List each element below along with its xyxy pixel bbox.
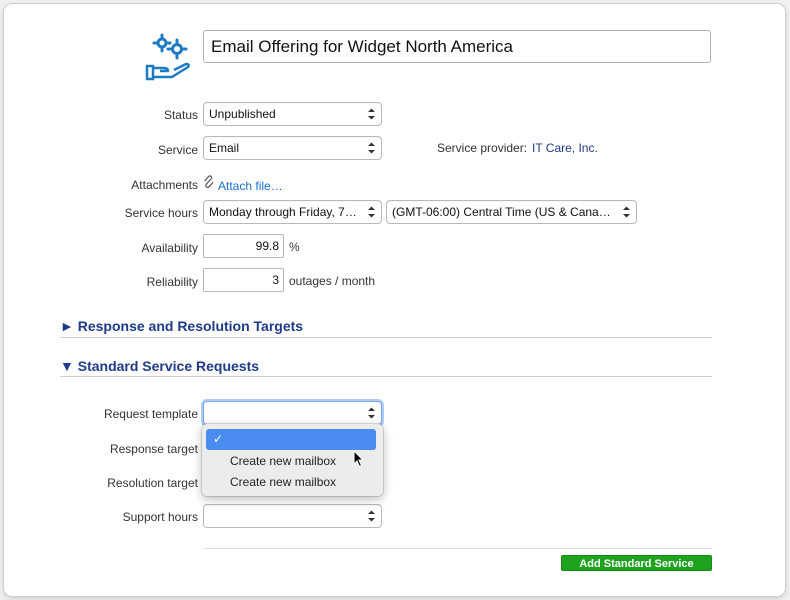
status-select[interactable]: Unpublished <box>203 102 382 126</box>
select-arrows-icon <box>368 108 375 120</box>
service-hand-gears-icon <box>145 33 190 81</box>
select-arrows-icon <box>368 510 375 522</box>
checkmark-icon: ✓ <box>213 432 224 446</box>
service-label: Service <box>157 143 198 157</box>
service-hours-label: Service hours <box>124 206 198 220</box>
service-hours-select[interactable]: Monday through Friday, 7… <box>203 200 382 224</box>
service-value: Email <box>209 141 240 155</box>
status-label: Status <box>163 108 198 122</box>
service-hours-value: Monday through Friday, 7… <box>209 205 357 219</box>
support-hours-select[interactable] <box>203 504 382 528</box>
attachments-label: Attachments <box>131 178 198 192</box>
dropdown-option-create-mailbox[interactable]: Create new mailbox <box>206 472 376 493</box>
availability-suffix: % <box>289 240 300 254</box>
reliability-input[interactable]: 3 <box>203 268 284 292</box>
mouse-cursor-icon <box>353 450 365 468</box>
section-response-targets[interactable]: ► Response and Resolution Targets <box>60 318 303 334</box>
status-value: Unpublished <box>209 107 276 121</box>
dropdown-option-label: Create new mailbox <box>230 475 337 489</box>
reliability-label: Reliability <box>146 275 198 289</box>
availability-label: Availability <box>141 241 198 255</box>
app-window <box>4 4 785 596</box>
add-standard-service-request-button[interactable]: Add Standard Service Request <box>561 555 712 586</box>
section-divider <box>60 337 712 338</box>
response-target-label: Response target <box>109 442 198 456</box>
reliability-suffix: outages / month <box>289 274 376 288</box>
select-arrows-icon <box>368 206 375 218</box>
request-template-label: Request template <box>103 407 198 421</box>
dropdown-option-create-mailbox[interactable]: Create new mailbox <box>206 451 376 472</box>
timezone-select[interactable]: (GMT-06:00) Central Time (US & Canada) <box>386 200 637 224</box>
availability-input[interactable]: 99.8 <box>203 234 284 258</box>
select-arrows-icon <box>623 206 630 218</box>
section-divider <box>60 376 712 377</box>
select-arrows-icon <box>368 407 375 419</box>
footer-divider <box>203 548 712 549</box>
service-provider-link[interactable]: IT Care, Inc. <box>532 141 598 155</box>
dropdown-option-blank[interactable]: ✓ <box>206 429 376 450</box>
service-provider-label: Service provider: <box>437 141 528 155</box>
dropdown-option-label: Create new mailbox <box>230 454 337 468</box>
timezone-value: (GMT-06:00) Central Time (US & Canada) <box>392 205 617 219</box>
resolution-target-label: Resolution target <box>107 476 198 490</box>
select-arrows-icon <box>368 142 375 154</box>
paperclip-icon <box>204 175 214 188</box>
request-template-select[interactable] <box>203 401 382 425</box>
attach-file-link[interactable]: Attach file… <box>218 179 283 193</box>
offering-title-input[interactable]: Email Offering for Widget North America <box>203 30 711 63</box>
support-hours-label: Support hours <box>122 510 198 524</box>
section-standard-requests[interactable]: ▼ Standard Service Requests <box>60 358 259 374</box>
service-select[interactable]: Email <box>203 136 382 160</box>
